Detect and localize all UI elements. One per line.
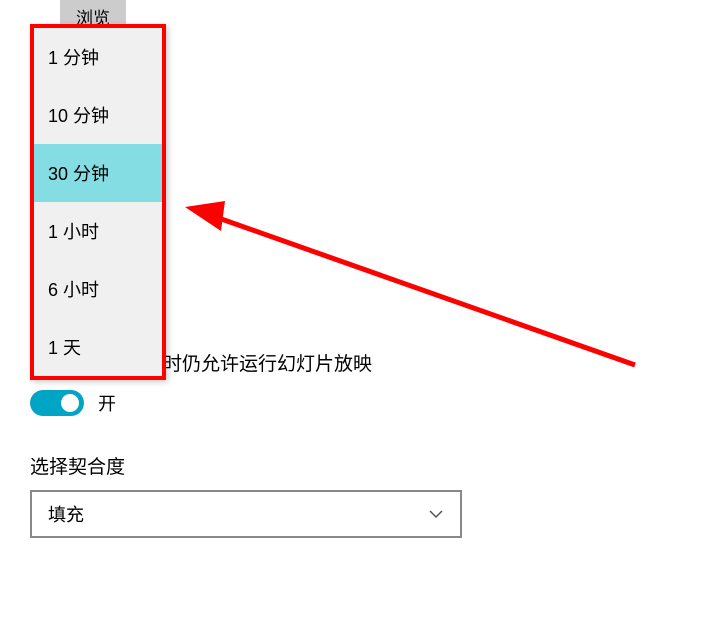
dropdown-item-1day[interactable]: 1 天	[34, 318, 162, 376]
dropdown-item-label: 1 小时	[48, 222, 99, 242]
dropdown-item-30min[interactable]: 30 分钟	[34, 144, 162, 202]
chevron-down-icon	[428, 506, 444, 522]
dropdown-item-1hour[interactable]: 1 小时	[34, 202, 162, 260]
dropdown-item-10min[interactable]: 10 分钟	[34, 86, 162, 144]
toggle-state-label: 开	[98, 390, 116, 416]
fit-select-value: 填充	[48, 501, 84, 527]
fit-label: 选择契合度	[30, 452, 125, 479]
dropdown-item-label: 6 小时	[48, 280, 99, 300]
dropdown-item-label: 10 分钟	[48, 106, 109, 126]
fit-select[interactable]: 填充	[30, 490, 462, 538]
dropdown-item-label: 30 分钟	[48, 164, 109, 184]
toggle-knob	[61, 394, 79, 412]
dropdown-item-label: 1 分钟	[48, 48, 99, 68]
annotation-arrow	[165, 115, 645, 385]
slideshow-battery-toggle[interactable]	[30, 390, 84, 416]
slideshow-battery-toggle-container: 开	[30, 390, 116, 416]
dropdown-item-1min[interactable]: 1 分钟	[34, 28, 162, 86]
dropdown-item-label: 1 天	[48, 338, 81, 358]
dropdown-item-6hour[interactable]: 6 小时	[34, 260, 162, 318]
interval-dropdown-menu: 1 分钟 10 分钟 30 分钟 1 小时 6 小时 1 天	[30, 24, 166, 380]
